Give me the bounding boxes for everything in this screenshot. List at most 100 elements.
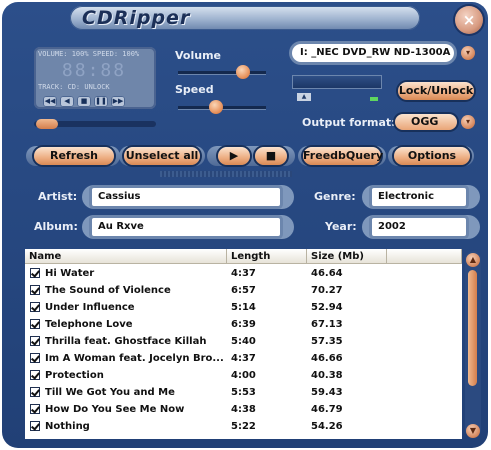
track-size: 70.27: [311, 285, 343, 296]
output-format-label: Output format:: [302, 116, 396, 129]
track-size: 59.43: [311, 387, 343, 398]
track-size: 52.94: [311, 302, 343, 313]
table-row[interactable]: Under Influence 5:14 52.94: [25, 299, 462, 316]
column-header-size[interactable]: Size (Mb): [307, 249, 387, 264]
track-checkbox[interactable]: [30, 370, 40, 380]
track-checkbox[interactable]: [30, 353, 40, 363]
column-header-length[interactable]: Length: [227, 249, 307, 264]
close-button[interactable]: ×: [455, 6, 483, 34]
rip-progress-bar: [292, 75, 382, 89]
track-name: Under Influence: [45, 302, 135, 313]
album-label: Album:: [34, 220, 78, 233]
track-name: Im A Woman feat. Jocelyn Bro...: [45, 353, 224, 364]
genre-input[interactable]: Electronic: [372, 188, 466, 206]
stop-button[interactable]: ■: [255, 147, 287, 165]
track-name: Till We Got You and Me: [45, 387, 175, 398]
table-row[interactable]: Nothing 5:22 54.26: [25, 418, 462, 435]
speed-label: Speed: [175, 83, 214, 96]
scrollbar-thumb[interactable]: [468, 270, 477, 386]
album-input[interactable]: Au Rxve: [92, 218, 280, 236]
progress-mini-button[interactable]: ▲: [297, 93, 311, 101]
lcd-time: 88:88: [61, 60, 127, 81]
app-window: CDRipper × VOLUME: 100% SPEED: 100% 88:8…: [0, 0, 491, 450]
scroll-down-icon[interactable]: ▼: [466, 424, 480, 438]
track-length: 6:57: [231, 285, 256, 296]
genre-label: Genre:: [314, 190, 356, 203]
forward-button[interactable]: ▶▶: [111, 96, 125, 107]
close-icon: ×: [462, 11, 476, 29]
decorative-slot: [160, 171, 292, 177]
table-row[interactable]: Thrilla feat. Ghostface Killah 5:40 57.35: [25, 333, 462, 350]
track-length: 5:53: [231, 387, 256, 398]
pause-button[interactable]: ❚❚: [94, 96, 108, 107]
track-checkbox[interactable]: [30, 285, 40, 295]
lcd-status-top: VOLUME: 100% SPEED: 100%: [38, 50, 140, 58]
track-checkbox[interactable]: [30, 268, 40, 278]
volume-slider-handle[interactable]: [235, 65, 250, 79]
artist-label: Artist:: [38, 190, 78, 203]
track-checkbox[interactable]: [30, 421, 40, 431]
column-header-name[interactable]: Name: [25, 249, 227, 264]
speed-slider-handle[interactable]: [209, 100, 224, 114]
table-row[interactable]: Im A Woman feat. Jocelyn Bro... 4:37 46.66: [25, 350, 462, 367]
track-size: 67.13: [311, 319, 343, 330]
track-length: 4:00: [231, 370, 256, 381]
stop-small-button[interactable]: ■: [77, 96, 91, 107]
track-name: Protection: [45, 370, 104, 381]
drive-dropdown-icon[interactable]: ▾: [461, 46, 475, 60]
track-checkbox[interactable]: [30, 336, 40, 346]
lock-unlock-button[interactable]: Lock/Unlock: [398, 82, 474, 100]
options-button[interactable]: Options: [394, 147, 470, 165]
artist-input[interactable]: Cassius: [92, 188, 280, 206]
track-size: 46.64: [311, 268, 343, 279]
output-format-select[interactable]: OGG: [395, 114, 457, 130]
table-row[interactable]: Telephone Love 6:39 67.13: [25, 316, 462, 333]
track-name: How Do You See Me Now: [45, 404, 185, 415]
drive-select[interactable]: I: _NEC DVD_RW ND-1300A 1: [292, 44, 454, 62]
track-length: 5:22: [231, 421, 256, 432]
track-checkbox[interactable]: [30, 302, 40, 312]
table-row[interactable]: Till We Got You and Me 5:53 59.43: [25, 384, 462, 401]
track-name: Hi Water: [45, 268, 95, 279]
lcd-status-bottom: TRACK: CD: UNLOCK: [38, 83, 110, 91]
track-size: 46.79: [311, 404, 343, 415]
track-checkbox[interactable]: [30, 319, 40, 329]
table-row[interactable]: How Do You See Me Now 4:38 46.79: [25, 401, 462, 418]
track-name: Telephone Love: [45, 319, 133, 330]
volume-track[interactable]: [178, 71, 266, 75]
track-size: 40.38: [311, 370, 343, 381]
track-length: 5:14: [231, 302, 256, 313]
table-row[interactable]: Protection 4:00 40.38: [25, 367, 462, 384]
track-name: The Sound of Violence: [45, 285, 171, 296]
column-header-extra[interactable]: [387, 249, 462, 264]
volume-label: Volume: [175, 49, 221, 62]
scroll-up-icon[interactable]: ▲: [466, 253, 480, 267]
track-checkbox[interactable]: [30, 404, 40, 414]
track-size: 46.66: [311, 353, 343, 364]
seek-handle[interactable]: [36, 119, 58, 129]
unselect-all-button[interactable]: Unselect all: [124, 147, 200, 165]
track-size: 54.26: [311, 421, 343, 432]
rewind-button[interactable]: ◀◀: [43, 96, 57, 107]
format-dropdown-icon[interactable]: ▾: [461, 115, 475, 129]
prev-button[interactable]: ◀: [60, 96, 74, 107]
track-name: Nothing: [45, 421, 90, 432]
table-row[interactable]: Hi Water 4:37 46.64: [25, 265, 462, 282]
track-size: 57.35: [311, 336, 343, 347]
track-name: Thrilla feat. Ghostface Killah: [45, 336, 207, 347]
app-logo: CDRipper: [82, 7, 191, 29]
refresh-button[interactable]: Refresh: [34, 147, 114, 165]
year-input[interactable]: 2002: [372, 218, 466, 236]
track-length: 6:39: [231, 319, 256, 330]
track-list[interactable]: Name Length Size (Mb) Hi Water 4:37 46.64 T…: [25, 249, 462, 439]
freedb-query-button[interactable]: FreedbQuery: [303, 147, 383, 165]
track-length: 5:40: [231, 336, 256, 347]
track-checkbox[interactable]: [30, 387, 40, 397]
table-row[interactable]: The Sound of Violence 6:57 70.27: [25, 282, 462, 299]
track-length: 4:37: [231, 353, 256, 364]
status-led: [370, 97, 378, 101]
play-button[interactable]: ▶: [218, 147, 250, 165]
track-length: 4:37: [231, 268, 256, 279]
track-length: 4:38: [231, 404, 256, 415]
year-label: Year:: [325, 220, 357, 233]
